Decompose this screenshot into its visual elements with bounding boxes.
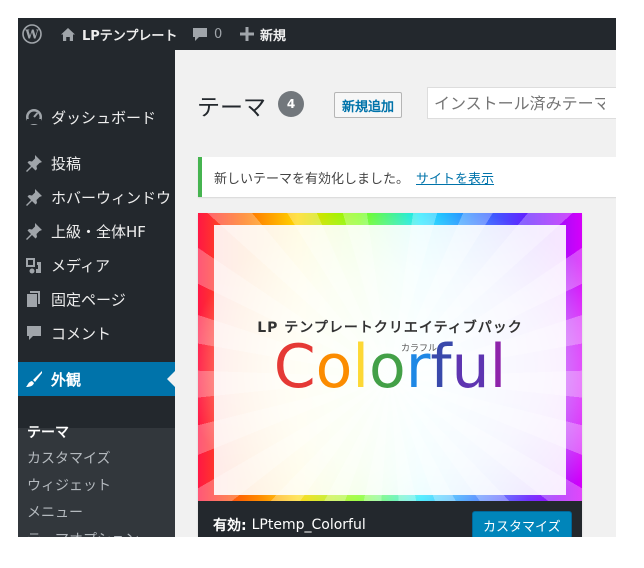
logo-letter: o <box>369 332 406 402</box>
notice-text: 新しいテーマを有効化しました。 <box>214 171 410 187</box>
pin-icon <box>24 153 44 173</box>
theme-card-active[interactable]: LP テンプレートクリエイティブパック カラフル Colorful 有効: LP… <box>198 213 582 537</box>
comment-bubble-icon <box>192 27 208 42</box>
appearance-submenu: テーマ カスタマイズ ウィジェット メニュー テーマオプション <box>18 425 175 537</box>
comment-icon <box>24 323 44 343</box>
site-name: LPテンプレート <box>82 28 178 44</box>
active-label: 有効: <box>213 518 247 534</box>
admin-sidebar: ダッシュボード 投稿 ホバーウィンドウ 上級・全体HF メディア 固定ページ コ… <box>18 50 175 537</box>
admin-bar: W LPテンプレート 0 新規 <box>18 18 616 50</box>
sidebar-item-appearance[interactable]: 外観 <box>18 362 175 396</box>
admin-bar-site-link[interactable]: LPテンプレート <box>60 18 177 50</box>
admin-bar-comments[interactable]: 0 <box>192 18 222 50</box>
plus-icon <box>240 27 254 41</box>
dashboard-icon <box>24 107 44 127</box>
wordpress-logo-icon[interactable]: W <box>22 18 44 50</box>
admin-screen: W LPテンプレート 0 新規 ダッシュボード 投稿 ホバーウィンドウ 上級・全… <box>18 18 616 537</box>
submenu-item-menus[interactable]: メニュー <box>27 502 83 522</box>
submenu-item-theme-options[interactable]: テーマオプション <box>27 529 139 537</box>
pin-icon <box>24 187 44 207</box>
success-notice: 新しいテーマを有効化しました。 サイトを表示 <box>198 157 616 197</box>
logo-letter: o <box>315 332 353 402</box>
submenu-item-widgets[interactable]: ウィジェット <box>27 475 111 495</box>
submenu-item-customize[interactable]: カスタマイズ <box>27 448 111 468</box>
logo-letter: r <box>405 332 431 402</box>
colorful-logo: Colorful <box>198 331 582 403</box>
pages-icon <box>24 289 44 309</box>
sidebar-item-advanced-hf[interactable]: 上級・全体HF <box>18 214 175 248</box>
admin-bar-new[interactable]: 新規 <box>240 18 286 50</box>
sidebar-item-label: コメント <box>51 324 112 343</box>
page-title: テーマ <box>197 95 266 121</box>
sidebar-item-label: 外観 <box>51 370 82 389</box>
pin-icon <box>24 221 44 241</box>
sidebar-item-label: ダッシュボード <box>51 108 157 127</box>
sidebar-item-label: 固定ページ <box>51 290 126 309</box>
theme-name: 有効: LPtemp_Colorful <box>213 501 366 537</box>
home-icon <box>60 27 76 42</box>
theme-name-text: LPtemp_Colorful <box>251 517 366 533</box>
theme-card-footer: 有効: LPtemp_Colorful カスタマイズ <box>198 501 582 537</box>
sidebar-item-hover-window[interactable]: ホバーウィンドウ <box>18 180 175 214</box>
sidebar-item-media[interactable]: メディア <box>18 248 175 282</box>
view-site-link[interactable]: サイトを表示 <box>416 168 494 187</box>
comments-count: 0 <box>214 26 223 42</box>
theme-screenshot[interactable]: LP テンプレートクリエイティブパック カラフル Colorful <box>198 213 582 501</box>
theme-count-badge: 4 <box>278 91 304 117</box>
sidebar-item-pages[interactable]: 固定ページ <box>18 282 175 316</box>
submenu-item-themes[interactable]: テーマ <box>27 422 69 442</box>
sidebar-item-label: ホバーウィンドウ <box>51 188 172 207</box>
logo-letter: u <box>451 332 490 402</box>
customize-button[interactable]: カスタマイズ <box>472 511 572 537</box>
logo-letter: C <box>273 332 316 402</box>
sidebar-item-label: 投稿 <box>51 154 82 173</box>
logo-letter: f <box>430 332 452 402</box>
sidebar-item-dashboard[interactable]: ダッシュボード <box>18 100 175 134</box>
logo-letter: l <box>489 332 507 402</box>
sidebar-item-label: メディア <box>51 256 110 275</box>
new-label: 新規 <box>260 28 287 44</box>
logo-letter: l <box>352 332 370 402</box>
sidebar-item-label: 上級・全体HF <box>51 222 146 241</box>
paintbrush-icon <box>24 369 44 389</box>
sidebar-item-posts[interactable]: 投稿 <box>18 146 175 180</box>
theme-search-input[interactable] <box>427 87 616 119</box>
sidebar-item-comments[interactable]: コメント <box>18 316 175 350</box>
svg-text:W: W <box>24 28 39 42</box>
main-content: テーマ 4 新規追加 新しいテーマを有効化しました。 サイトを表示 LP テンプ… <box>175 50 616 537</box>
add-new-button[interactable]: 新規追加 <box>334 92 403 118</box>
media-icon <box>24 255 44 275</box>
